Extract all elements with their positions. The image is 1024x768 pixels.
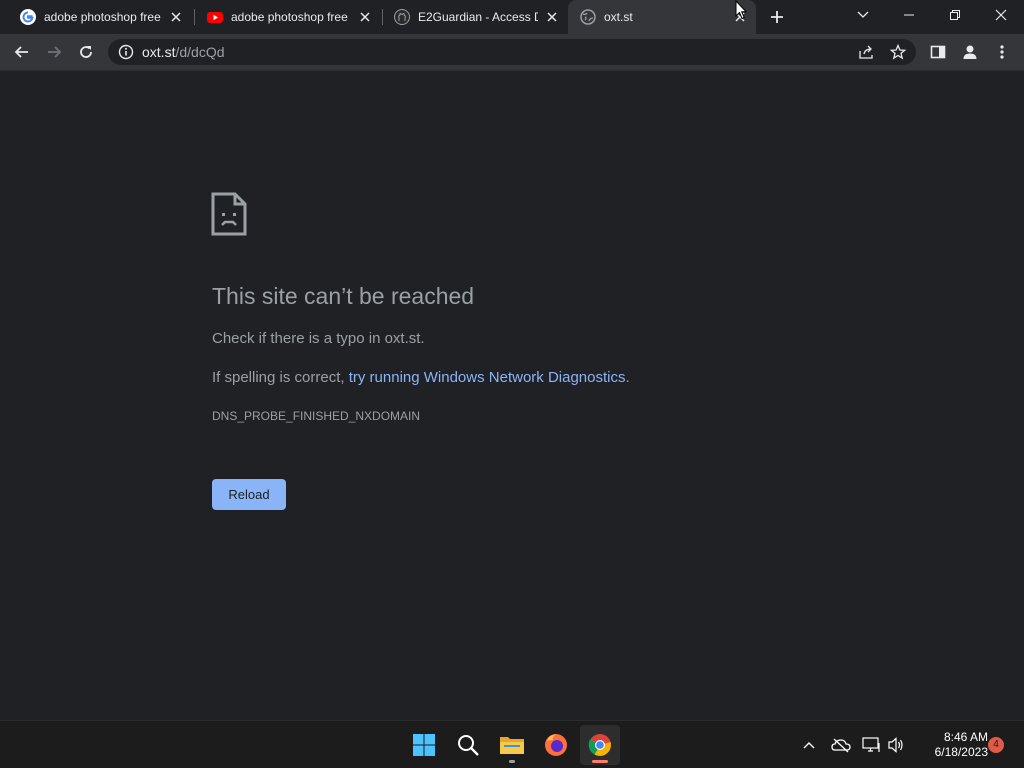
tab-search-button[interactable] [840,0,886,30]
restore-icon [950,10,960,20]
tab-google-search[interactable]: adobe photoshop free [0,0,192,34]
arrow-left-icon [14,46,28,58]
firefox-icon[interactable] [536,725,576,765]
google-icon [20,9,36,25]
active-indicator [592,760,608,763]
plus-icon [771,11,783,23]
file-explorer-icon[interactable] [492,725,532,765]
mouse-cursor-icon [735,0,748,25]
diagnostics-prefix: If spelling is correct, [212,369,349,386]
close-tab-icon[interactable] [544,9,560,25]
github-icon [394,9,410,25]
close-tab-icon[interactable] [168,9,184,25]
tab-title: E2Guardian - Access De [418,10,538,24]
clock-date: 6/18/2023 [934,745,988,759]
profile-button[interactable] [956,38,984,66]
chevron-down-icon [857,11,869,18]
side-panel-button[interactable] [924,38,952,66]
profile-icon [963,45,977,59]
running-indicator [509,760,515,763]
tab-e2guardian[interactable]: E2Guardian - Access De [374,0,568,34]
show-hidden-icons-button[interactable] [797,733,821,757]
bookmark-star-icon[interactable] [889,43,907,65]
info-icon[interactable] [118,44,134,65]
close-window-button[interactable] [978,0,1024,30]
restore-button[interactable] [932,0,978,30]
url-path: /d/dcQd [175,44,225,60]
tab-strip: adobe photoshop free adobe photoshop fre… [0,0,1024,34]
minimize-button[interactable] [886,0,932,30]
minimize-icon [904,14,914,16]
close-icon [995,9,1007,21]
tab-title: adobe photoshop free [44,10,161,24]
url-host: oxt.st [142,44,176,60]
typo-hint: Check if there is a typo in oxt.st. [212,330,425,347]
sad-page-icon [211,192,247,241]
tab-youtube[interactable]: adobe photoshop free [187,0,381,34]
error-page: This site can’t be reached Check if ther… [0,71,1024,720]
network-diagnostics-link[interactable]: try running Windows Network Diagnostics [349,369,626,386]
arrow-right-icon [48,46,62,58]
diagnostics-hint: If spelling is correct, try running Wind… [212,369,630,386]
chevron-up-icon [803,742,815,749]
diagnostics-suffix: . [625,369,630,386]
kebab-menu-icon [1000,45,1004,59]
tab-title: adobe photoshop free [231,10,348,24]
system-clock[interactable]: 8:46 AM 6/18/2023 [912,730,988,760]
onedrive-offline-icon[interactable] [829,733,853,757]
url-text: oxt.st/d/dcQd [142,44,225,60]
windows-taskbar: 8:46 AM 6/18/2023 4 [0,720,1024,768]
address-bar[interactable]: oxt.st/d/dcQd [108,39,916,65]
clock-time: 8:46 AM [943,730,988,744]
windows-start-icon[interactable] [404,725,444,765]
search-icon[interactable] [448,725,488,765]
tab-oxt-st[interactable]: oxt.st [568,0,756,34]
youtube-icon [207,9,223,25]
network-icon[interactable] [860,733,884,757]
close-tab-icon[interactable] [357,9,373,25]
notification-badge[interactable]: 4 [988,737,1004,753]
reload-page-button[interactable]: Reload [212,479,286,510]
reload-button[interactable] [72,38,100,66]
browser-toolbar: oxt.st/d/dcQd [0,34,1024,71]
back-button[interactable] [8,38,36,66]
error-code: DNS_PROBE_FINISHED_NXDOMAIN [212,409,421,423]
error-headline: This site can’t be reached [212,283,475,309]
menu-button[interactable] [988,38,1016,66]
side-panel-icon [930,45,946,59]
volume-icon[interactable] [884,733,908,757]
new-tab-button[interactable] [767,7,787,27]
chrome-icon[interactable] [580,725,620,765]
forward-button[interactable] [40,38,68,66]
globe-icon [580,9,596,25]
tab-title: oxt.st [604,10,633,24]
share-icon[interactable] [858,44,874,65]
refresh-icon [80,46,92,58]
